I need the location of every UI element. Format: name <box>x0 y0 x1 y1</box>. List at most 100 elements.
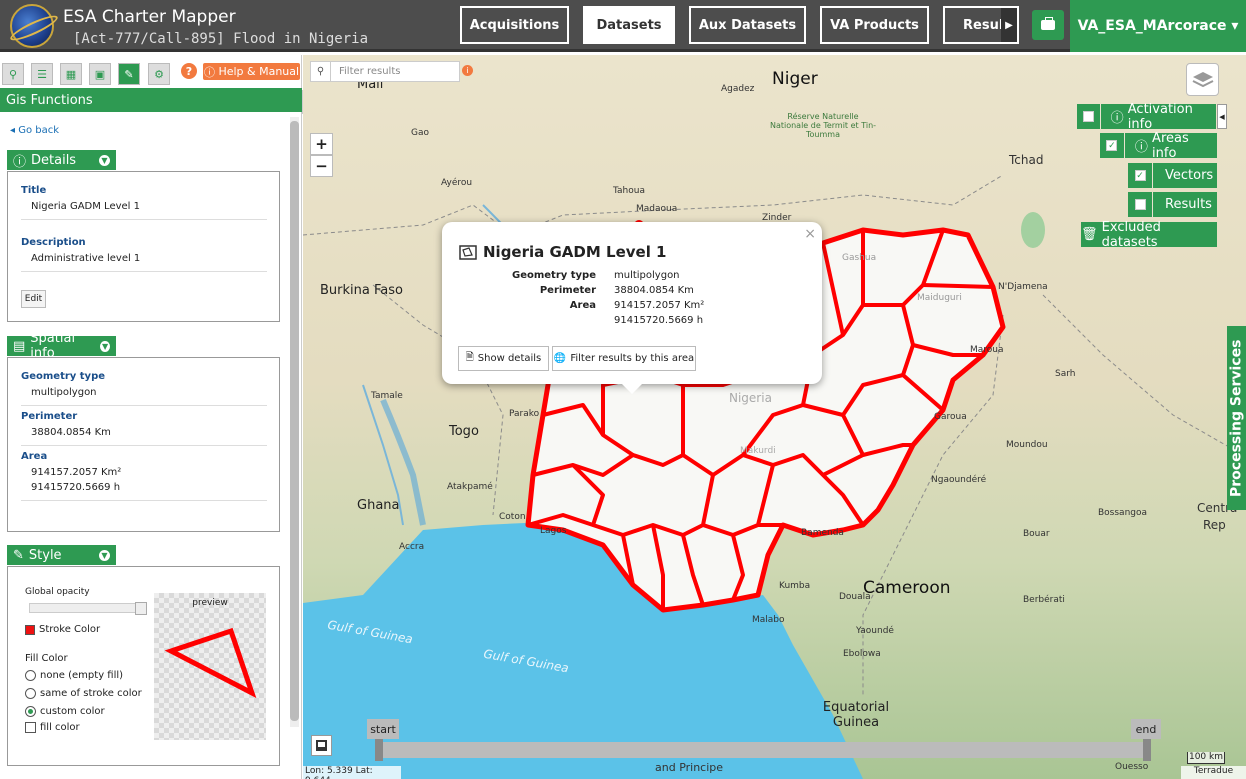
geometry-label: Geometry type <box>21 371 106 382</box>
map-label: and Principe <box>655 761 724 774</box>
zoom-in-button[interactable]: + <box>310 133 333 155</box>
map-label: Tahoua <box>613 186 645 196</box>
popup-title: Nigeria GADM Level 1 <box>459 243 667 261</box>
map-label: Berbérati <box>1023 595 1065 605</box>
filter-results-box[interactable]: ⚲ Filter results <box>310 61 460 82</box>
tab-va-products[interactable]: VA Products <box>820 6 929 44</box>
close-icon[interactable]: × <box>804 226 816 242</box>
popup-value: multipolygon <box>614 270 680 281</box>
chevron-down-icon[interactable]: ▼ <box>100 340 110 352</box>
style-preview: preview <box>154 593 266 740</box>
spatial-section-header[interactable]: ▤ Spatial info ▼ <box>7 331 116 361</box>
opacity-slider[interactable] <box>29 602 147 615</box>
tool-row: ⚲ ☰ ▦ ▣ ✎ ⚙ ? ⓘ Help & Manual <box>0 63 302 89</box>
gear-icon[interactable]: ⚙ <box>148 63 170 85</box>
fill-option-none[interactable]: none (empty fill) <box>25 670 123 681</box>
map-label: Makurdi <box>740 446 776 456</box>
radio[interactable] <box>25 688 36 699</box>
top-bar: ESA Charter Mapper [Act-777/Call-895] Fl… <box>0 0 1246 52</box>
stroke-color-label: Stroke Color <box>39 624 101 635</box>
tab-acquisitions[interactable]: Acquisitions <box>460 6 569 44</box>
checkbox-icon[interactable]: ✓ <box>1100 133 1125 158</box>
help-question-icon[interactable]: ? <box>181 63 197 79</box>
archive-icon[interactable]: ▣ <box>89 63 111 85</box>
stroke-color-swatch[interactable] <box>25 624 35 635</box>
timeline-start-label[interactable]: start <box>367 719 399 739</box>
popup-key: Area <box>569 300 596 311</box>
tab-aux-datasets[interactable]: Aux Datasets <box>689 6 806 44</box>
geometry-value: multipolygon <box>31 387 97 398</box>
divider <box>21 271 267 272</box>
filter-results-input[interactable]: Filter results <box>331 66 400 77</box>
show-details-button[interactable]: 🗎 Show details <box>458 346 549 371</box>
info-icon: ⓘ <box>203 65 219 79</box>
timeline-end-handle[interactable] <box>1143 739 1151 761</box>
map-label: Tchad <box>1009 153 1044 167</box>
user-menu[interactable]: VA_ESA_MArcorace ▾ <box>1070 0 1246 52</box>
fill-option-same[interactable]: same of stroke color <box>25 688 142 699</box>
help-manual-button[interactable]: ⓘ Help & Manual <box>203 63 300 80</box>
popup-value: 914157.2057 Km² <box>614 300 705 311</box>
search-icon[interactable]: ⚲ <box>2 63 24 85</box>
map-label: Agadez <box>721 84 755 94</box>
checkbox-icon[interactable] <box>1128 192 1153 217</box>
map-label: Ebolowa <box>843 649 881 659</box>
map-label: Parako <box>509 409 540 419</box>
radio[interactable] <box>25 670 36 681</box>
polygon-icon <box>459 244 477 260</box>
results-toggle[interactable]: Results <box>1128 192 1217 217</box>
edit-button[interactable]: Edit <box>21 290 46 308</box>
chevron-down-icon[interactable]: ▼ <box>99 154 110 166</box>
layers-icon[interactable] <box>1186 63 1219 96</box>
panel-scrollbar[interactable] <box>290 117 299 727</box>
radio-selected[interactable] <box>25 706 36 717</box>
timeline-end-label[interactable]: end <box>1131 719 1161 739</box>
timeline-start-handle[interactable] <box>375 739 383 761</box>
checkbox-icon[interactable] <box>1077 104 1101 129</box>
map-label: Maroua <box>970 345 1004 355</box>
go-back-link[interactable]: ◂ Go back <box>10 125 59 136</box>
checkbox-icon[interactable] <box>25 722 36 733</box>
collapse-controls-icon[interactable]: ◀ <box>1217 104 1227 129</box>
scroll-right-icon[interactable]: ▶ <box>1001 8 1017 42</box>
fill-option-custom[interactable]: custom color <box>25 706 105 717</box>
map-attribution[interactable]: Terradue <box>1181 766 1246 779</box>
popup-value: 38804.0854 Km <box>614 285 694 296</box>
vectors-toggle[interactable]: ✓ Vectors <box>1128 163 1217 188</box>
zoom-out-button[interactable]: − <box>310 155 333 177</box>
search-icon[interactable]: ⚲ <box>311 62 331 81</box>
processing-services-tab[interactable]: Processing Services <box>1227 326 1246 510</box>
list-icon[interactable]: ☰ <box>31 63 53 85</box>
chevron-down-icon[interactable]: ▼ <box>99 549 110 561</box>
details-section-header[interactable]: ⓘ Details ▼ <box>7 150 116 170</box>
fill-color-checkbox[interactable]: fill color <box>25 722 80 733</box>
map-label: Tamale <box>371 391 403 401</box>
esa-charter-logo[interactable] <box>7 4 61 48</box>
timeline-bar[interactable] <box>377 742 1151 758</box>
basket-icon[interactable]: ▦ <box>60 63 82 85</box>
map-label: Gashua <box>842 253 877 263</box>
tab-datasets[interactable]: Datasets <box>583 6 675 44</box>
opacity-slider-handle[interactable] <box>135 602 147 615</box>
map-view[interactable]: Mali Niger Agadez Réserve Naturelle Nati… <box>303 55 1246 779</box>
excluded-datasets-label: Excluded datasets <box>1101 219 1161 250</box>
map-label: Yaoundé <box>856 626 894 636</box>
stroke-color-option[interactable]: Stroke Color <box>25 624 100 635</box>
style-box: Global opacity Stroke Color Fill Color n… <box>7 566 280 766</box>
areas-info-toggle[interactable]: ✓ ⓘ Areas info <box>1100 131 1217 161</box>
info-icon[interactable]: i <box>462 65 473 76</box>
checkbox-icon[interactable]: ✓ <box>1128 163 1153 188</box>
map-label: N'Djamena <box>998 282 1048 292</box>
help-manual-label: Help & Manual <box>218 65 300 78</box>
area-label: Area <box>21 451 48 462</box>
tab-results[interactable]: Results ▶ <box>943 6 1019 44</box>
perimeter-value: 38804.0854 Km <box>31 427 111 438</box>
excluded-datasets-button[interactable]: 🗑 Excluded datasets <box>1081 219 1217 250</box>
results-label: Results <box>1165 197 1212 212</box>
pencil-icon[interactable]: ✎ <box>118 63 140 85</box>
style-section-header[interactable]: ✎ Style ▼ <box>7 545 116 565</box>
map-mode-icon[interactable] <box>311 735 332 756</box>
briefcase-icon[interactable] <box>1032 10 1064 40</box>
filter-by-area-button[interactable]: 🌐 Filter results by this area <box>552 346 696 371</box>
activation-info-toggle[interactable]: ⓘ Activation info <box>1077 102 1216 132</box>
